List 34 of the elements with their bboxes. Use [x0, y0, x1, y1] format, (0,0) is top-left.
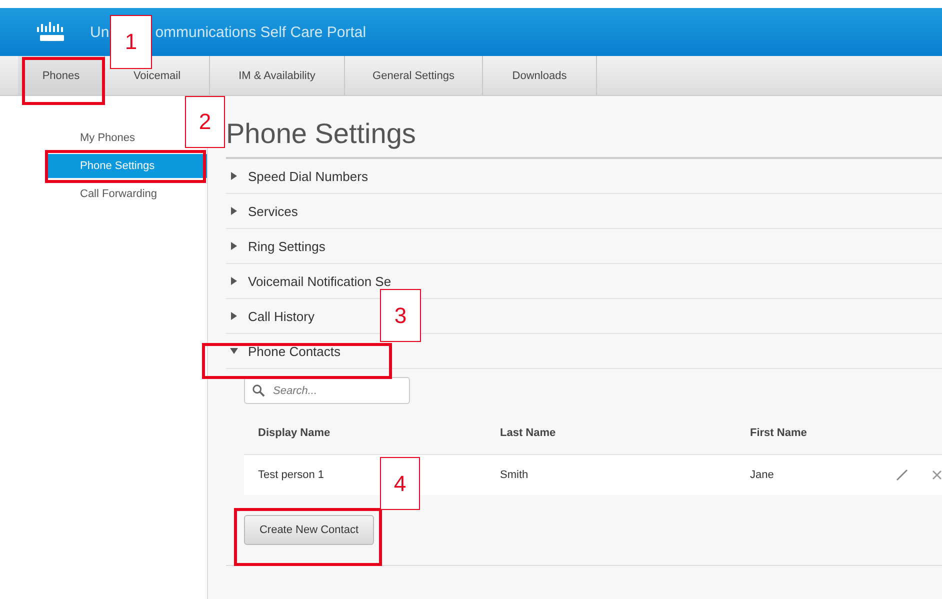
nav-tab[interactable]: IM & Availability	[210, 56, 345, 95]
step-number: 1	[110, 15, 152, 69]
close-icon[interactable]	[932, 470, 942, 480]
column-header: Display Name	[257, 427, 332, 439]
caret-icon[interactable]	[230, 277, 238, 285]
table-cell-text: Test person 1	[257, 469, 326, 481]
sidebar-item[interactable]: Call Forwarding	[45, 182, 162, 206]
portal-title: Un	[90, 24, 110, 40]
step-number: 4	[380, 457, 420, 510]
section-header[interactable]: Voicemail Notification Se	[248, 274, 392, 288]
caret-icon[interactable]	[230, 242, 238, 250]
step-number: 2	[185, 96, 225, 148]
search-icon	[252, 384, 265, 397]
section-header[interactable]: Speed Dial Numbers	[248, 168, 368, 184]
column-header: First Name	[750, 427, 808, 439]
table-cell-text: Smith	[500, 469, 530, 481]
nav-tab[interactable]: General Settings	[345, 56, 483, 95]
create-contact-button[interactable]: Create New Contact	[244, 515, 374, 545]
search-field[interactable]: Search...	[244, 377, 410, 404]
caret-icon[interactable]	[230, 347, 238, 355]
step-number: 3	[380, 289, 421, 342]
portal-title: ommunications Self Care Portal	[155, 24, 366, 40]
section-header[interactable]: Call History	[248, 308, 314, 324]
caret-icon[interactable]	[230, 207, 238, 215]
table-cell-text: Jane	[750, 469, 775, 481]
page-title: Phone Settings	[226, 118, 942, 159]
column-header: Last Name	[500, 427, 557, 439]
section-header[interactable]: Phone Contacts	[248, 344, 341, 358]
sidebar-item[interactable]: My Phones	[45, 126, 140, 150]
section-header[interactable]: Ring Settings	[248, 238, 326, 254]
caret-icon[interactable]	[230, 172, 238, 180]
caret-icon[interactable]	[230, 312, 238, 320]
nav-tab[interactable]: Downloads	[483, 56, 597, 95]
section-header[interactable]: Services	[248, 204, 298, 218]
